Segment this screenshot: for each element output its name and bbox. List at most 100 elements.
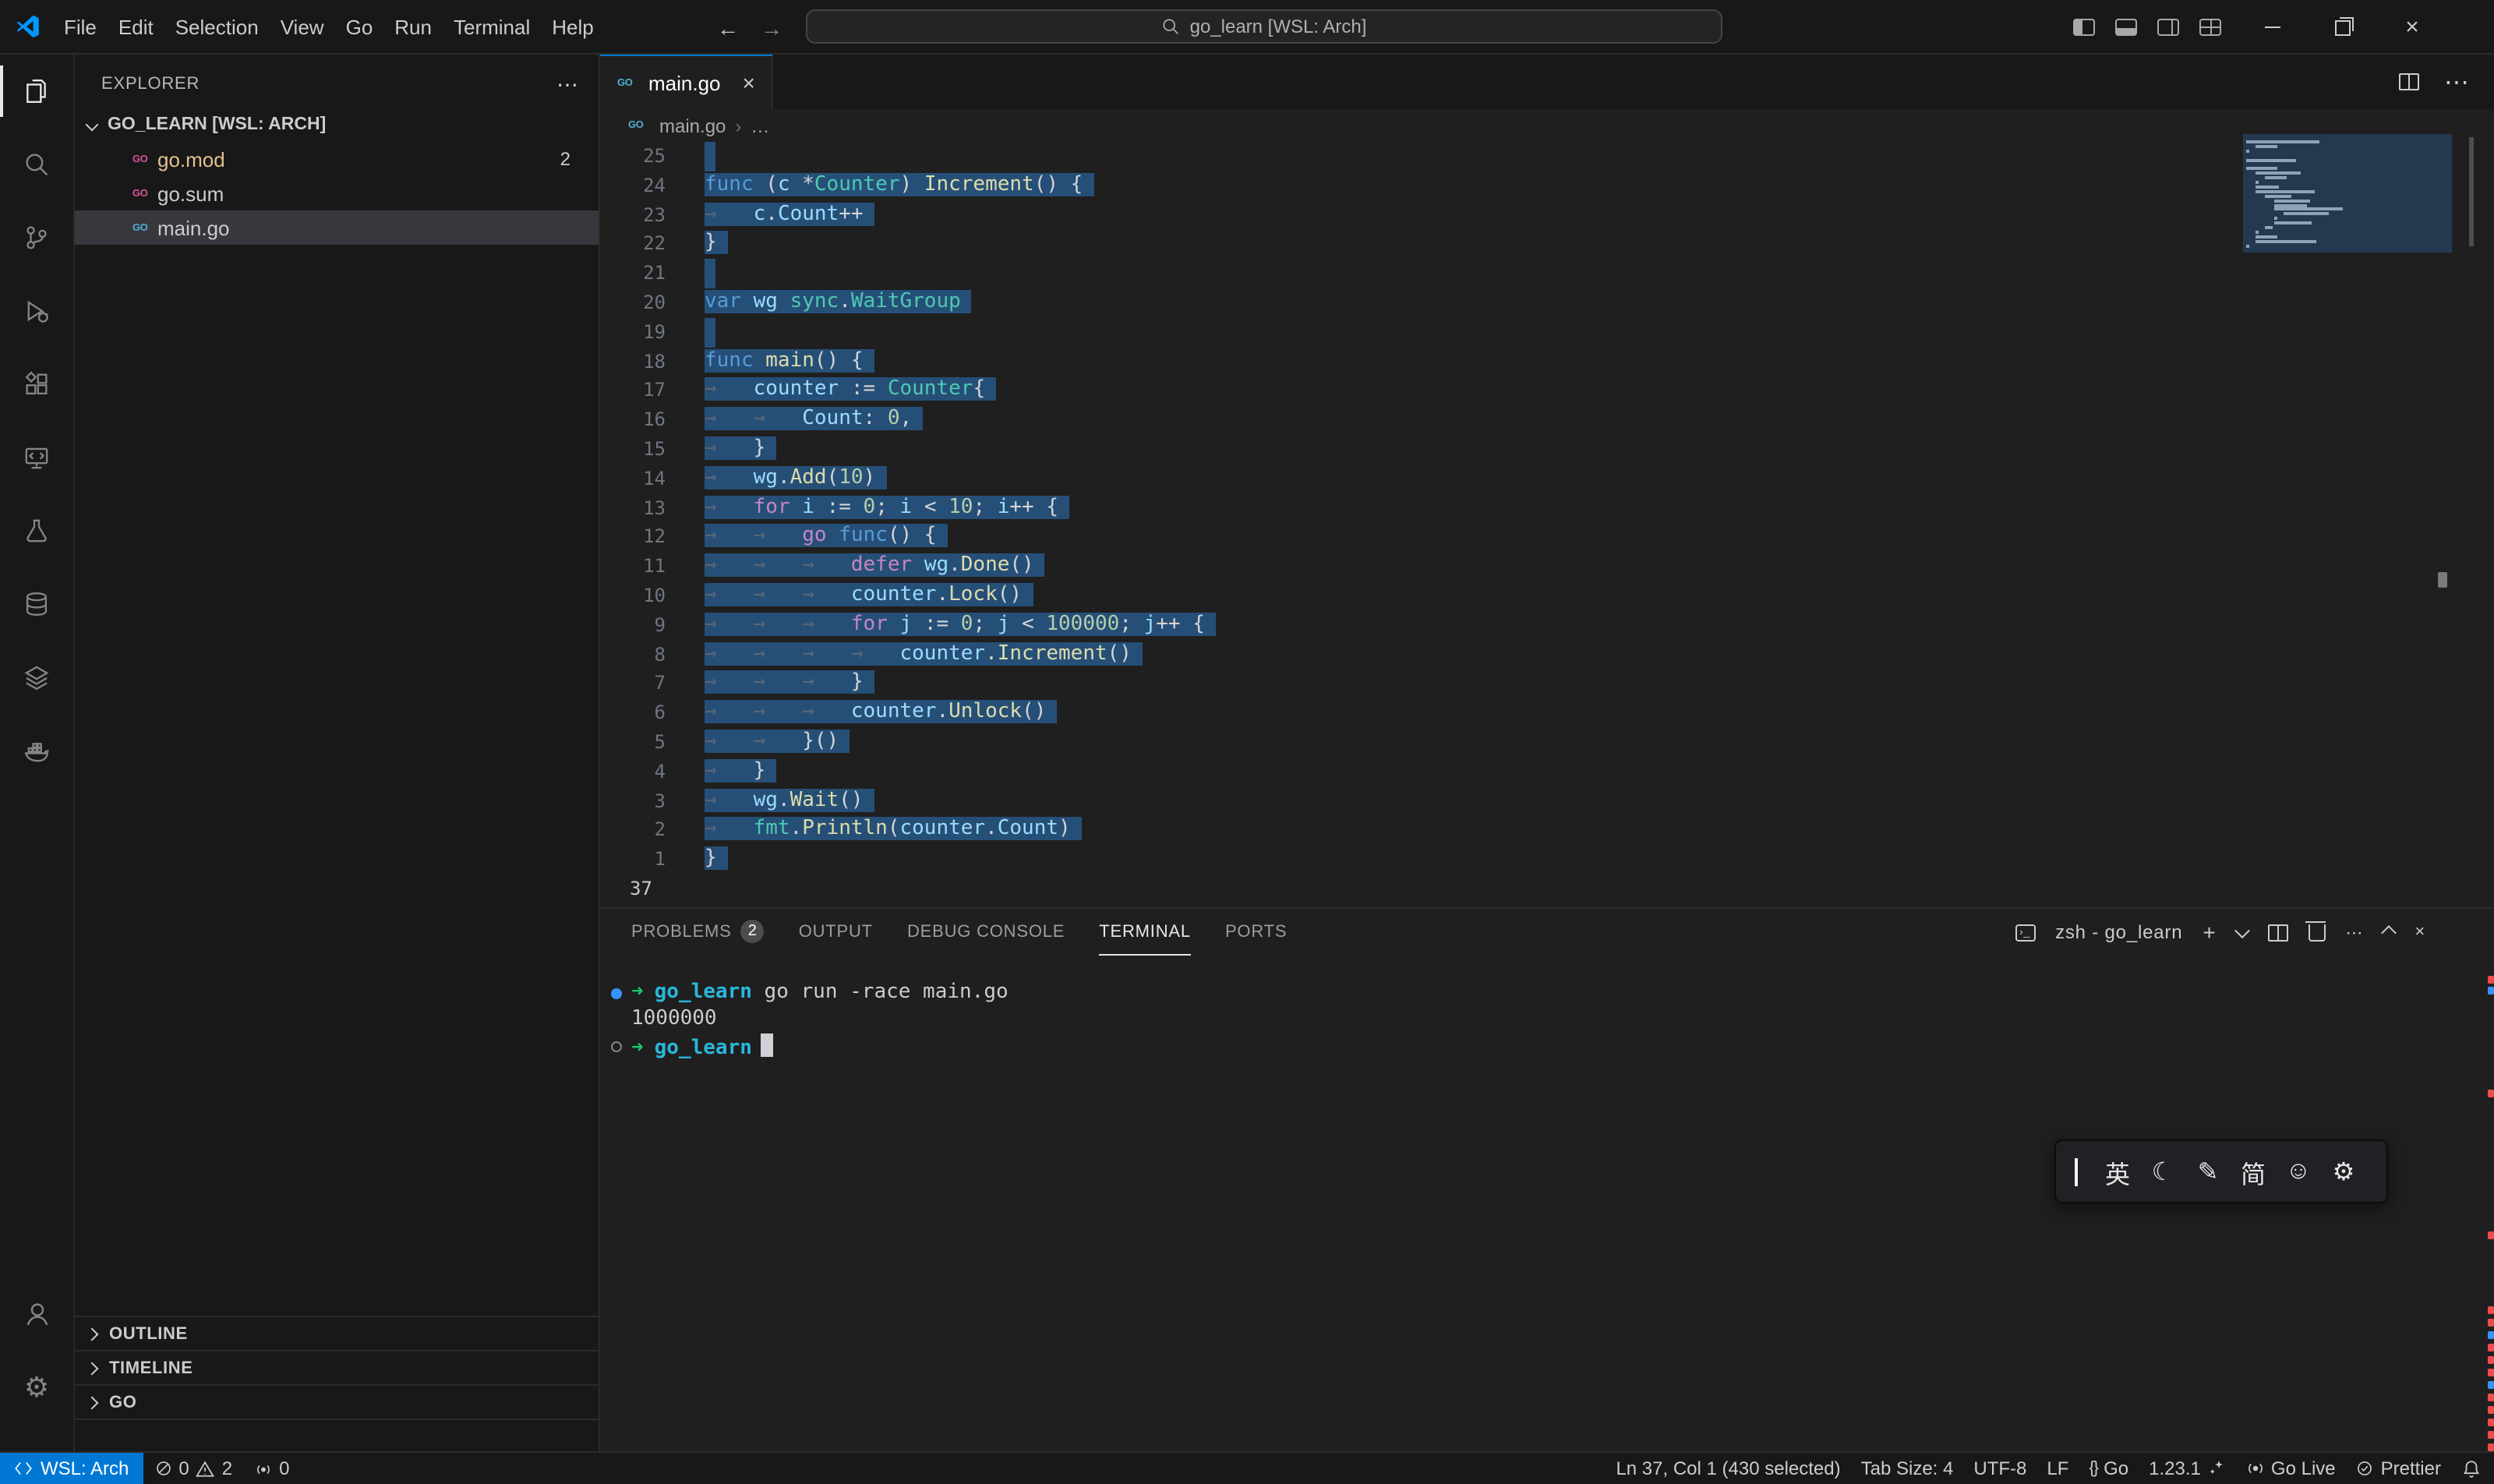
menu-edit[interactable]: Edit [108,15,164,38]
editor-more-icon[interactable]: ⋯ [2444,66,2469,97]
activity-explorer[interactable] [0,55,73,128]
command-center[interactable]: go_learn [WSL: Arch] [806,9,1722,44]
back-arrow-icon[interactable]: ← [717,15,739,40]
code-line[interactable]: 23→ c.Count++ [600,200,2494,230]
toggle-panel-icon[interactable] [2115,19,2137,36]
maximize-panel-icon[interactable] [2381,924,2397,940]
breadcrumb-file[interactable]: main.go [659,115,726,136]
go-version[interactable]: 1.23.1 [2149,1458,2226,1479]
tab-terminal[interactable]: TERMINAL [1099,909,1191,956]
ime-language-mode[interactable]: 英 [2095,1153,2140,1190]
code-line[interactable]: 13→ for i := 0; i < 10; i++ { [600,493,2494,523]
code-line[interactable]: 15→ } [600,435,2494,465]
problems-status[interactable]: 0 2 [143,1453,243,1484]
panel-more-icon[interactable]: ⋯ [2346,922,2364,942]
new-terminal-icon[interactable]: + [2203,920,2216,945]
explorer-more-icon[interactable]: ⋯ [556,71,580,97]
code-line[interactable]: 18func main() { [600,347,2494,376]
code-line[interactable]: 6→ → → counter.Unlock() [600,698,2494,728]
section-go[interactable]: GO [75,1384,599,1420]
menu-view[interactable]: View [270,15,335,38]
close-panel-icon[interactable]: × [2415,923,2425,942]
code-line[interactable]: 2→ fmt.Println(counter.Count) [600,816,2494,846]
terminal-dropdown-icon[interactable] [2234,922,2250,938]
close-window-button[interactable]: × [2377,0,2447,55]
section-outline[interactable]: OUTLINE [75,1316,599,1350]
terminal-content[interactable]: ➜go_learn go run -race main.go1000000➜go… [600,956,2494,1451]
eol[interactable]: LF [2047,1458,2068,1479]
terminal-shell-label[interactable]: zsh - go_learn [2055,921,2182,943]
command-decoration-icon[interactable] [611,1041,622,1051]
code-line[interactable]: 5→ → }() [600,728,2494,758]
menu-terminal[interactable]: Terminal [443,15,541,38]
code-line[interactable]: 3→ wg.Wait() [600,786,2494,816]
ime-settings-icon[interactable]: ⚙ [2321,1156,2366,1187]
close-tab-icon[interactable]: × [743,70,755,95]
activity-testing[interactable] [0,494,73,567]
breadcrumb-more[interactable]: … [751,115,769,136]
activity-source-control[interactable] [0,201,73,274]
kill-terminal-icon[interactable] [2309,924,2326,941]
split-terminal-icon[interactable] [2268,924,2288,941]
split-editor-icon[interactable] [2399,73,2419,90]
encoding[interactable]: UTF-8 [1973,1458,2026,1479]
menu-file[interactable]: File [53,15,108,38]
tab-ports[interactable]: PORTS [1225,909,1287,956]
activity-settings[interactable]: ⚙ [0,1350,73,1423]
ports-status[interactable]: 0 [243,1453,300,1484]
tab-main-go[interactable]: GO main.go × [600,55,774,109]
ime-simplified-chinese[interactable]: 简 [2231,1153,2276,1190]
code-line[interactable]: 24func (c *Counter) Increment() { [600,171,2494,201]
activity-docker[interactable] [0,714,73,787]
file-row-go-mod[interactable]: GO go.mod 2 [75,142,599,176]
minimap[interactable] [2243,134,2452,253]
code-line[interactable]: 25 [600,142,2494,171]
file-row-go-sum[interactable]: GO go.sum [75,176,599,210]
activity-remote-explorer[interactable] [0,421,73,494]
language-mode[interactable]: {} Go [2089,1458,2128,1479]
restore-button[interactable] [2307,0,2377,55]
menu-go[interactable]: Go [335,15,384,38]
notifications[interactable] [2461,1458,2482,1479]
code-line[interactable]: 22} [600,230,2494,260]
tab-debug-console[interactable]: DEBUG CONSOLE [907,909,1065,956]
prettier[interactable]: Prettier [2356,1458,2441,1479]
code-line[interactable]: 14→ wg.Add(10) [600,465,2494,494]
customize-layout-icon[interactable] [2199,19,2221,36]
command-decoration-icon[interactable] [611,988,622,999]
code-line[interactable]: 4→ } [600,757,2494,786]
menu-selection[interactable]: Selection [164,15,270,38]
code-line[interactable]: 21 [600,259,2494,288]
code-line[interactable]: 19 [600,318,2494,348]
activity-layers[interactable] [0,641,73,714]
cursor-position[interactable]: Ln 37, Col 1 (430 selected) [1616,1458,1840,1479]
tab-size[interactable]: Tab Size: 4 [1861,1458,1954,1479]
menu-help[interactable]: Help [541,15,605,38]
ime-halfwidth-icon[interactable]: ☾ [2140,1156,2185,1187]
go-live[interactable]: Go Live [2246,1458,2336,1479]
toggle-sidebar-icon[interactable] [2073,19,2095,36]
tab-problems[interactable]: PROBLEMS 2 [631,909,765,956]
toggle-secondary-sidebar-icon[interactable] [2157,19,2179,36]
file-row-main-go[interactable]: GO main.go [75,210,599,245]
code-line[interactable]: 17→ counter := Counter{ [600,376,2494,406]
code-line[interactable]: 8→ → → → counter.Increment() [600,640,2494,670]
code-lines[interactable]: 2524func (c *Counter) Increment() {23→ c… [600,142,2494,903]
code-line[interactable]: 16→ → Count: 0, [600,405,2494,435]
activity-run-debug[interactable] [0,274,73,348]
code-line[interactable]: 37 [600,874,2494,904]
section-timeline[interactable]: TIMELINE [75,1350,599,1384]
remote-indicator[interactable]: WSL: Arch [0,1453,143,1484]
activity-search[interactable] [0,128,73,201]
code-line[interactable]: 7→ → → } [600,670,2494,699]
forward-arrow-icon[interactable]: → [761,15,782,40]
ime-emoji-icon[interactable]: ☺ [2276,1157,2321,1185]
tab-output[interactable]: OUTPUT [799,909,873,956]
tree-root-folder[interactable]: GO_LEARN [WSL: ARCH] [75,108,599,142]
ime-pen-icon[interactable]: ✎ [2185,1156,2231,1187]
minimize-button[interactable] [2237,0,2307,55]
code-line[interactable]: 9→ → → for j := 0; j < 100000; j++ { [600,611,2494,641]
menu-run[interactable]: Run [383,15,443,38]
code-line[interactable]: 20var wg sync.WaitGroup [600,288,2494,318]
code-line[interactable]: 1} [600,845,2494,874]
